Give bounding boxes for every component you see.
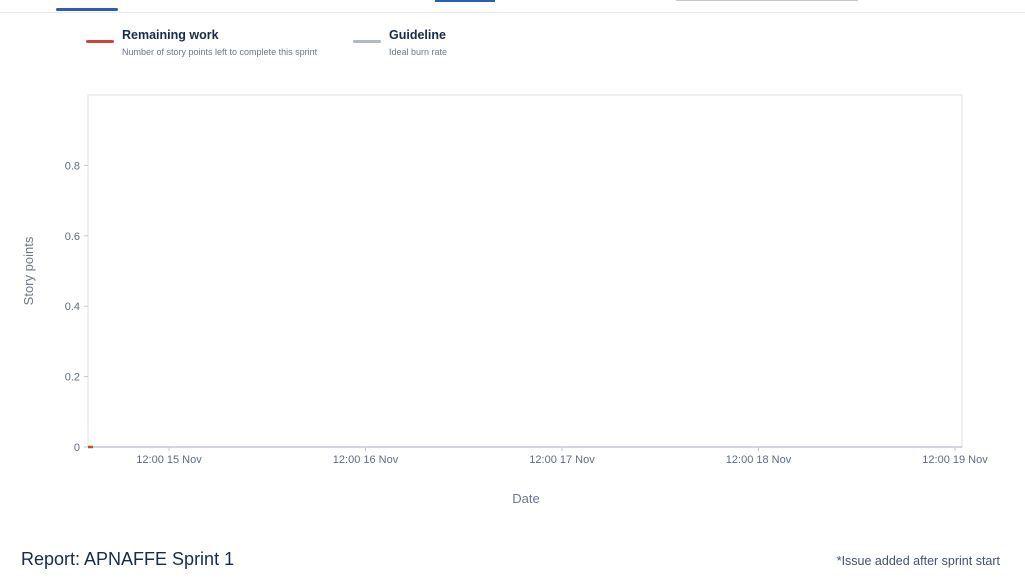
y-tick-label: 0.8 [65, 160, 80, 172]
x-tick-label: 12:00 18 Nov [726, 454, 792, 466]
y-tick-label: 0.4 [65, 301, 80, 313]
y-tick-label: 0 [74, 442, 80, 454]
added-issue-footnote: *Issue added after sprint start [836, 554, 1000, 568]
y-tick-label: 0.2 [65, 372, 80, 384]
y-axis: 0 0.2 0.4 0.6 0.8 [65, 160, 88, 454]
x-tick-label: 12:00 15 Nov [136, 454, 202, 466]
y-axis-title: Story points [21, 236, 36, 305]
x-axis-title: Date [512, 491, 539, 506]
x-axis: 12:00 15 Nov 12:00 16 Nov 12:00 17 Nov 12:0… [88, 446, 988, 466]
plot-area-frame [87, 94, 963, 448]
y-tick-label: 0.6 [65, 231, 80, 243]
x-tick-label: 12:00 19 Nov [922, 454, 988, 466]
burndown-chart: 00.20.40.60.8 12:00 15 Nov 12:00 16 Nov 12… [21, 94, 988, 506]
report-title: Report: APNAFFE Sprint 1 [21, 549, 235, 569]
x-tick-label: 12:00 16 Nov [333, 454, 399, 466]
x-tick-label: 12:00 17 Nov [529, 454, 595, 466]
